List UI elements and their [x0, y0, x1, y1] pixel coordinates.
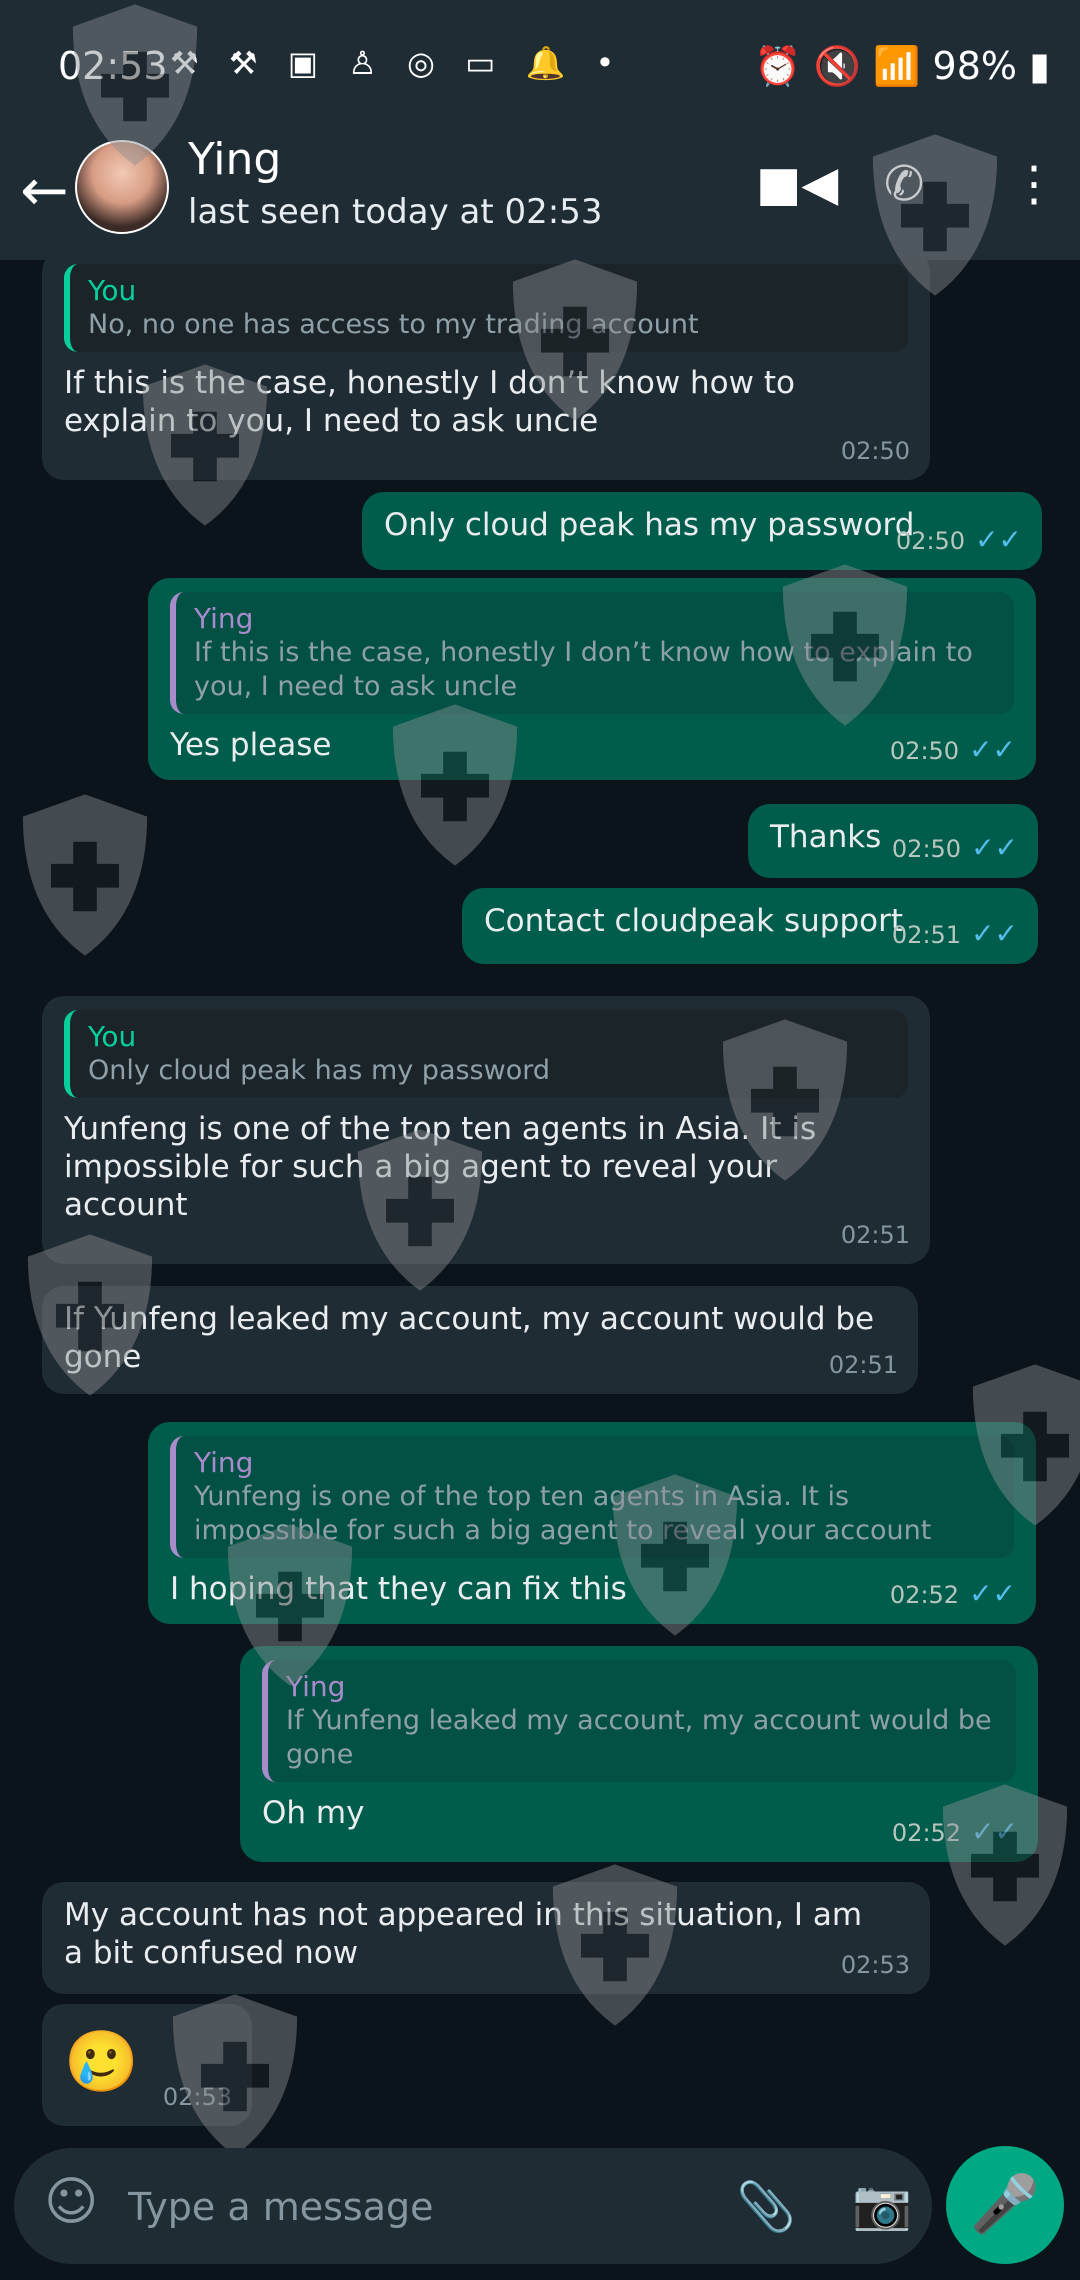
time-label: 02:51	[840, 1221, 910, 1249]
emoji-icon[interactable]: ☺	[44, 2172, 98, 2232]
message-bubble-outgoing[interactable]: Thanks 02:50 ✓✓	[748, 804, 1038, 878]
message-time: 02:50 ✓✓	[896, 521, 1022, 560]
message-time: 02:50 ✓✓	[892, 829, 1018, 868]
video-call-icon[interactable]: ■◀	[756, 156, 838, 212]
camera-icon[interactable]: 📷	[852, 2176, 912, 2233]
shield-watermark-icon	[345, 1125, 495, 1295]
message-time: 02:51	[829, 1346, 898, 1384]
shield-watermark-icon	[15, 1230, 165, 1400]
battery-level: 98%	[932, 44, 1017, 88]
quote-text: If Yunfeng leaked my account, my account…	[286, 1705, 992, 1770]
shield-watermark-icon	[930, 1780, 1080, 1950]
time-label: 02:50	[895, 527, 966, 555]
quoted-message[interactable]: You No, no one has access to my trading …	[64, 264, 908, 352]
read-ticks-icon: ✓✓	[971, 917, 1018, 950]
message-text: Contact cloudpeak support	[484, 903, 903, 939]
shield-watermark-icon	[380, 700, 530, 870]
status-right: ⏰ 🔇 📶 98% ▮	[754, 44, 1050, 88]
time-label: 02:51	[891, 921, 962, 949]
quote-author: You	[88, 274, 137, 307]
message-text: My account has not appeared in this situ…	[64, 1897, 863, 1971]
time-label: 02:53	[840, 1951, 910, 1979]
shield-watermark-icon	[500, 255, 650, 425]
shield-watermark-icon	[10, 790, 160, 960]
quote-text: No, no one has access to my trading acco…	[88, 309, 699, 340]
message-bubble-outgoing[interactable]: Only cloud peak has my password 02:50 ✓✓	[362, 492, 1042, 570]
time-label: 02:50	[891, 835, 962, 863]
time-label: 02:50	[889, 737, 960, 765]
message-text: Thanks	[770, 819, 882, 855]
message-time: 02:51	[841, 1216, 910, 1254]
shield-watermark-icon	[540, 1860, 690, 2030]
more-options-icon[interactable]: ⋮	[1010, 156, 1058, 212]
message-input[interactable]	[126, 2178, 690, 2236]
read-ticks-icon: ✓✓	[971, 831, 1018, 864]
message-text: Yes please	[170, 727, 332, 763]
shield-watermark-icon	[710, 1015, 860, 1185]
last-seen: last seen today at 02:53	[188, 192, 603, 232]
read-ticks-icon: ✓✓	[969, 733, 1016, 766]
read-ticks-icon: ✓✓	[975, 523, 1022, 556]
quoted-message[interactable]: Ying If Yunfeng leaked my account, my ac…	[262, 1660, 1016, 1782]
time-label: 02:50	[840, 437, 910, 465]
shield-watermark-icon	[860, 130, 1010, 300]
chat-area[interactable]: You No, no one has access to my trading …	[0, 260, 1080, 2140]
shield-watermark-icon	[60, 0, 210, 170]
message-time: 02:53	[841, 1946, 910, 1984]
message-text: Only cloud peak has my password	[384, 507, 915, 543]
message-bubble-incoming[interactable]: If Yunfeng leaked my account, my account…	[42, 1286, 918, 1394]
message-time: 02:52 ✓✓	[890, 1575, 1016, 1614]
quote-author: Ying	[194, 1446, 254, 1479]
read-ticks-icon: ✓✓	[969, 1577, 1016, 1610]
shield-watermark-icon	[130, 360, 280, 530]
message-time: 02:50	[841, 432, 910, 470]
attach-icon[interactable]: 📎	[736, 2178, 796, 2235]
shield-watermark-icon	[215, 1520, 365, 1690]
message-text: If Yunfeng leaked my account, my account…	[64, 1301, 875, 1375]
shield-watermark-icon	[960, 1360, 1080, 1530]
message-bubble-outgoing[interactable]: Contact cloudpeak support 02:51 ✓✓	[462, 888, 1038, 964]
message-time: 02:50 ✓✓	[890, 731, 1016, 770]
notification-icons: ⚒ ⚒ ▣ ♙ ◎ ▭ 🔔 •	[170, 44, 625, 82]
quote-author: Ying	[286, 1670, 346, 1703]
message-bubble-incoming[interactable]: My account has not appeared in this situ…	[42, 1882, 930, 1994]
shield-watermark-icon	[600, 1470, 750, 1640]
shield-watermark-icon	[160, 1990, 310, 2160]
mic-icon[interactable]: 🎤	[946, 2146, 1064, 2264]
time-label: 02:52	[889, 1581, 960, 1609]
time-label: 02:51	[828, 1351, 898, 1379]
shield-watermark-icon	[770, 560, 920, 730]
message-input-bar: ☺ 📎 📷	[14, 2148, 932, 2264]
message-time: 02:51 ✓✓	[892, 915, 1018, 954]
